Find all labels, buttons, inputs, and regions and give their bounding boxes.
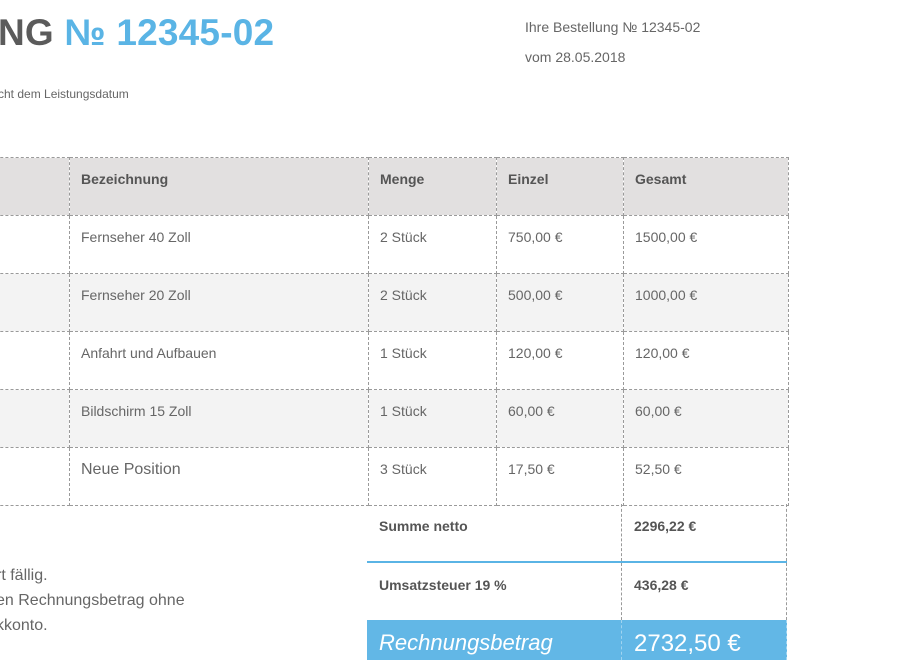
- invoice-number: № 12345-02: [64, 12, 275, 53]
- description-cell[interactable]: Fernseher 20 Zoll: [69, 273, 369, 332]
- total-cell[interactable]: 120,00 €: [623, 331, 789, 390]
- position-cell[interactable]: [0, 215, 70, 274]
- quantity-cell[interactable]: 2 Stück: [368, 215, 497, 274]
- table-row[interactable]: Anfahrt und Aufbauen 1 Stück 120,00 € 12…: [0, 331, 789, 390]
- position-cell[interactable]: [0, 389, 70, 448]
- net-total-row: Summe netto 2296,22 €: [367, 504, 787, 563]
- quantity-cell[interactable]: 3 Stück: [368, 447, 497, 506]
- table-row[interactable]: Neue Position 3 Stück 17,50 € 52,50 €: [0, 447, 789, 506]
- table-row[interactable]: Fernseher 40 Zoll 2 Stück 750,00 € 1500,…: [0, 215, 789, 274]
- payment-terms: rt fällig. en Rechnungsbetrag ohne kkont…: [0, 563, 185, 638]
- vat-row: Umsatzsteuer 19 % 436,28 €: [367, 563, 787, 620]
- total-cell[interactable]: 52,50 €: [623, 447, 789, 506]
- total-cell[interactable]: 60,00 €: [623, 389, 789, 448]
- quantity-cell[interactable]: 1 Stück: [368, 389, 497, 448]
- unit-price-cell[interactable]: 60,00 €: [496, 389, 624, 448]
- quantity-cell[interactable]: 2 Stück: [368, 273, 497, 332]
- grand-total-value: 2732,50 €: [622, 620, 787, 660]
- column-header-quantity: Menge: [368, 157, 497, 216]
- payment-terms-line: rt fällig.: [0, 567, 48, 584]
- unit-price-cell[interactable]: 500,00 €: [496, 273, 624, 332]
- position-cell[interactable]: [0, 447, 70, 506]
- service-date-note: cht dem Leistungsdatum: [0, 87, 129, 101]
- order-reference: Ihre Bestellung № 12345-02: [525, 19, 701, 35]
- vat-value: 436,28 €: [622, 563, 787, 620]
- payment-terms-line: en Rechnungsbetrag ohne: [0, 592, 185, 609]
- description-cell[interactable]: Neue Position: [69, 447, 369, 506]
- order-info: Ihre Bestellung № 12345-02 vom 28.05.201…: [525, 16, 700, 76]
- table-row[interactable]: Fernseher 20 Zoll 2 Stück 500,00 € 1000,…: [0, 273, 789, 332]
- order-date: vom 28.05.2018: [525, 49, 626, 65]
- payment-terms-line: kkonto.: [0, 617, 48, 634]
- column-header-position: [0, 157, 70, 216]
- invoice-title-prefix: NG: [0, 12, 54, 53]
- table-header-row: Bezeichnung Menge Einzel Gesamt: [0, 157, 789, 216]
- column-header-description: Bezeichnung: [69, 157, 369, 216]
- vat-label: Umsatzsteuer 19 %: [367, 563, 622, 620]
- description-cell[interactable]: Anfahrt und Aufbauen: [69, 331, 369, 390]
- line-items-table: Bezeichnung Menge Einzel Gesamt Fernsehe…: [0, 157, 789, 506]
- grand-total-label: Rechnungsbetrag: [367, 620, 622, 660]
- quantity-cell[interactable]: 1 Stück: [368, 331, 497, 390]
- total-cell[interactable]: 1500,00 €: [623, 215, 789, 274]
- total-cell[interactable]: 1000,00 €: [623, 273, 789, 332]
- position-cell[interactable]: [0, 331, 70, 390]
- column-header-unit-price: Einzel: [496, 157, 624, 216]
- unit-price-cell[interactable]: 750,00 €: [496, 215, 624, 274]
- unit-price-cell[interactable]: 120,00 €: [496, 331, 624, 390]
- column-header-total: Gesamt: [623, 157, 789, 216]
- grand-total-row: Rechnungsbetrag 2732,50 €: [367, 620, 787, 660]
- totals-block: Summe netto 2296,22 € Umsatzsteuer 19 % …: [367, 504, 787, 660]
- position-cell[interactable]: [0, 273, 70, 332]
- net-total-label: Summe netto: [367, 504, 622, 561]
- description-cell[interactable]: Fernseher 40 Zoll: [69, 215, 369, 274]
- unit-price-cell[interactable]: 17,50 €: [496, 447, 624, 506]
- invoice-title: NG № 12345-02: [0, 12, 274, 54]
- description-cell[interactable]: Bildschirm 15 Zoll: [69, 389, 369, 448]
- net-total-value: 2296,22 €: [622, 504, 787, 561]
- table-row[interactable]: Bildschirm 15 Zoll 1 Stück 60,00 € 60,00…: [0, 389, 789, 448]
